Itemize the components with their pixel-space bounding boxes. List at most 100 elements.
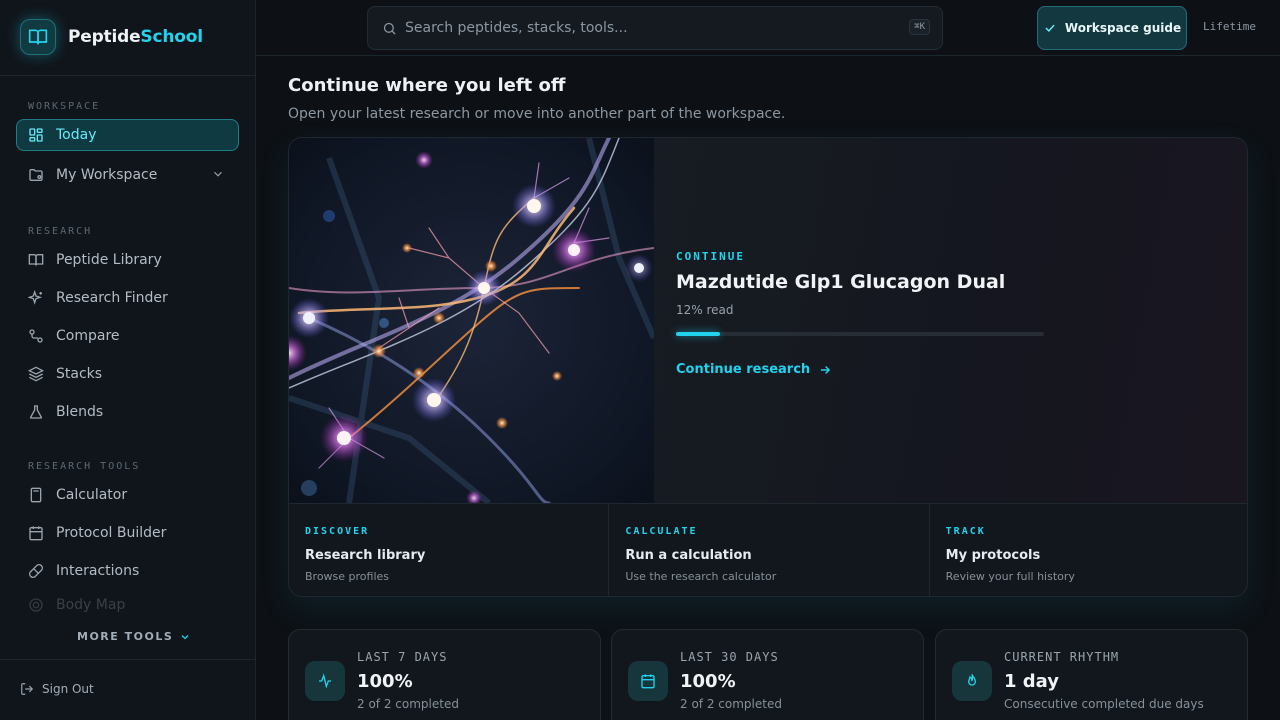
flask-icon: [29, 405, 43, 419]
stat-subtitle: 2 of 2 completed: [357, 697, 459, 711]
sidebar-item-interactions[interactable]: Interactions: [16, 555, 239, 587]
sidebar-item-research-finder[interactable]: Research Finder: [16, 282, 239, 314]
page-title: Continue where you left off: [288, 75, 566, 96]
page-subtitle: Open your latest research or move into a…: [288, 106, 786, 122]
continue-card: CONTINUE Mazdutide Glp1 Glucagon Dual 12…: [288, 137, 1248, 597]
read-progress-label: 12% read: [676, 303, 734, 317]
sparkles-icon: [28, 290, 43, 305]
search-shortcut-badge: ⌘K: [909, 19, 930, 35]
continue-panel: CONTINUE Mazdutide Glp1 Glucagon Dual 12…: [654, 138, 1247, 503]
calendar-icon: [29, 526, 43, 541]
quick-link-eyebrow: DISCOVER: [305, 526, 370, 537]
target-icon: [29, 598, 43, 612]
sidebar-item-my-workspace[interactable]: My Workspace: [16, 159, 239, 191]
workspace-guide-label: Workspace guide: [1064, 21, 1182, 35]
quick-link-discover[interactable]: DISCOVER Research library Browse profile…: [289, 504, 610, 596]
quick-link-subtitle: Browse profiles: [305, 570, 390, 583]
sidebar-divider: [0, 75, 255, 76]
sidebar-divider: [0, 659, 255, 660]
sidebar-item-label: Today: [56, 127, 97, 143]
sidebar: PeptideSchool WORKSPACE Today My Workspa…: [0, 0, 256, 720]
topbar: Search peptides, stacks, tools... ⌘K Wor…: [256, 0, 1280, 56]
activity-icon: [305, 661, 345, 701]
stat-value: 100%: [357, 671, 413, 692]
sidebar-item-peptide-library[interactable]: Peptide Library: [16, 244, 239, 276]
flame-icon: [952, 661, 992, 701]
brand-name: PeptideSchool: [68, 27, 203, 47]
section-label-research: RESEARCH: [28, 226, 93, 237]
sidebar-item-label: Compare: [56, 328, 120, 344]
quick-link-subtitle: Use the research calculator: [625, 570, 777, 583]
quick-link-subtitle: Review your full history: [945, 570, 1075, 583]
read-progress-fill: [676, 332, 721, 336]
stat-subtitle: 2 of 2 completed: [680, 697, 782, 711]
pill-icon: [29, 564, 43, 578]
stat-value: 1 day: [1004, 671, 1060, 692]
workspace-guide-button[interactable]: Workspace guide: [1037, 6, 1187, 50]
plan-badge: Lifetime: [1203, 20, 1256, 33]
brand-name-part2: School: [140, 27, 203, 47]
sidebar-item-calculator[interactable]: Calculator: [16, 479, 239, 511]
section-label-workspace: WORKSPACE: [28, 101, 101, 112]
sidebar-item-label: Protocol Builder: [56, 525, 167, 541]
sidebar-item-label: Blends: [56, 404, 104, 420]
folder-icon: [29, 169, 43, 181]
sidebar-item-blends[interactable]: Blends: [16, 396, 239, 428]
stat-label: LAST 30 DAYS: [680, 650, 779, 664]
sidebar-item-label: My Workspace: [56, 167, 158, 183]
search-icon: [383, 22, 396, 35]
section-label-research-tools: RESEARCH TOOLS: [28, 461, 141, 472]
arrow-right-icon: [821, 365, 831, 374]
neuron-illustration[interactable]: [289, 138, 657, 506]
dashboard-icon: [29, 128, 43, 142]
more-tools-button[interactable]: MORE TOOLS: [77, 630, 191, 643]
book-open-icon: [28, 254, 44, 266]
sidebar-item-protocol-builder[interactable]: Protocol Builder: [16, 517, 239, 549]
chevron-down-icon: [181, 634, 189, 639]
sidebar-item-label: Research Finder: [56, 290, 168, 306]
logo-book-icon: [20, 19, 56, 55]
sign-out-button[interactable]: Sign Out: [20, 682, 94, 696]
quick-link-calculate[interactable]: CALCULATE Run a calculation Use the rese…: [609, 504, 930, 596]
layers-icon: [28, 366, 44, 382]
chevron-down-icon[interactable]: [211, 167, 225, 181]
sign-out-label: Sign Out: [42, 682, 94, 696]
sidebar-item-label: Calculator: [56, 487, 128, 503]
quick-link-title: My protocols: [945, 548, 1041, 563]
sidebar-item-label: Body Map: [56, 597, 126, 613]
quick-link-title: Research library: [305, 548, 426, 563]
sidebar-item-stacks[interactable]: Stacks: [16, 358, 239, 390]
continue-eyebrow: CONTINUE: [676, 250, 745, 263]
read-progress-bar: [676, 332, 1044, 336]
stat-value: 100%: [680, 671, 736, 692]
stat-label: CURRENT RHYTHM: [1004, 650, 1120, 664]
sidebar-item-label: Interactions: [56, 563, 140, 579]
quick-link-eyebrow: TRACK: [945, 526, 986, 537]
log-out-icon: [21, 683, 34, 695]
calendar-icon: [628, 661, 668, 701]
more-tools-label: MORE TOOLS: [77, 630, 174, 643]
sidebar-item-body-map[interactable]: Body Map: [16, 593, 239, 617]
quick-link-track[interactable]: TRACK My protocols Review your full hist…: [930, 504, 1247, 596]
sidebar-item-compare[interactable]: Compare: [16, 320, 239, 352]
continue-research-link[interactable]: Continue research: [676, 362, 832, 377]
stat-card-last-7-days: LAST 7 DAYS 100% 2 of 2 completed: [288, 629, 601, 720]
quick-link-title: Run a calculation: [625, 548, 752, 563]
compare-icon: [29, 329, 43, 343]
stat-card-last-30-days: LAST 30 DAYS 100% 2 of 2 completed: [611, 629, 924, 720]
search-input[interactable]: Search peptides, stacks, tools... ⌘K: [367, 6, 943, 50]
stat-label: LAST 7 DAYS: [357, 650, 448, 664]
stat-subtitle: Consecutive completed due days: [1004, 697, 1204, 711]
calculator-icon: [30, 487, 42, 503]
quick-links: DISCOVER Research library Browse profile…: [289, 503, 1247, 596]
sidebar-item-label: Peptide Library: [56, 252, 162, 268]
brand[interactable]: PeptideSchool: [20, 19, 203, 55]
sidebar-item-today[interactable]: Today: [16, 119, 239, 151]
stat-card-current-rhythm: CURRENT RHYTHM 1 day Consecutive complet…: [935, 629, 1248, 720]
quick-link-eyebrow: CALCULATE: [625, 526, 698, 537]
check-icon: [1045, 24, 1055, 32]
search-placeholder: Search peptides, stacks, tools...: [405, 20, 628, 36]
continue-title[interactable]: Mazdutide Glp1 Glucagon Dual: [676, 271, 1005, 293]
continue-research-label: Continue research: [676, 362, 811, 377]
brand-name-part1: Peptide: [68, 27, 141, 47]
